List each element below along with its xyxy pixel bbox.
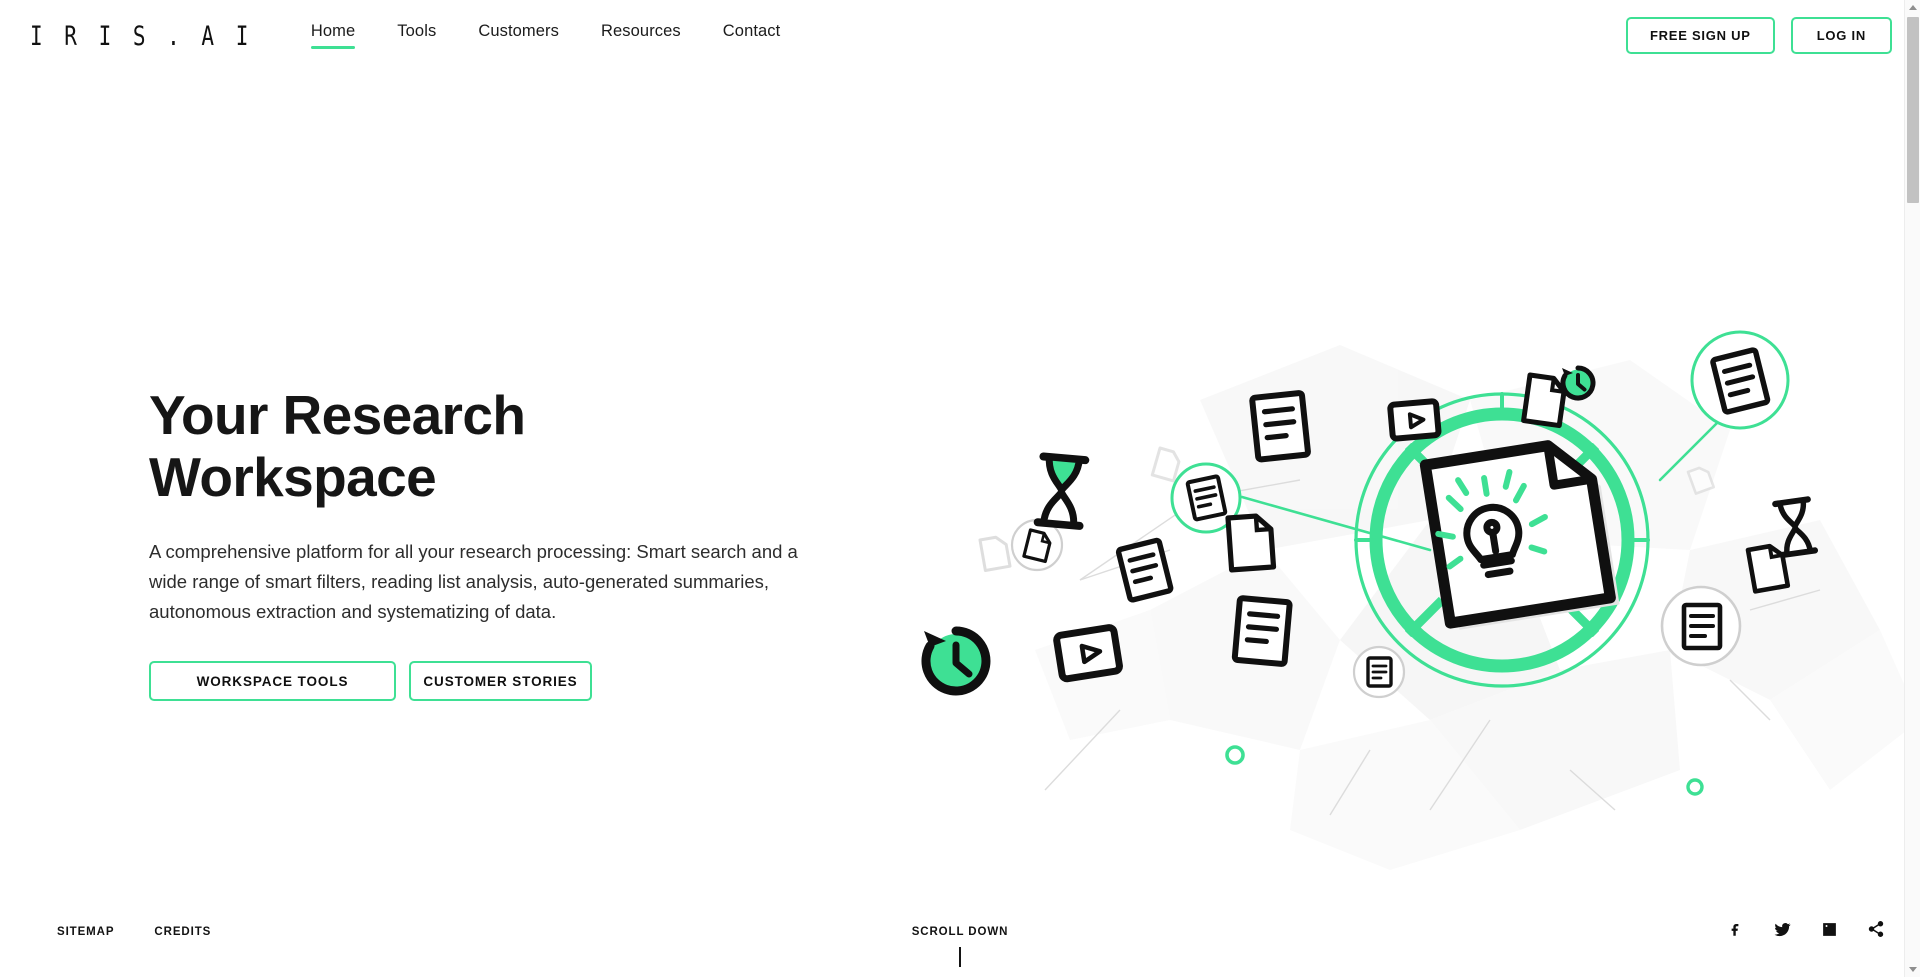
document-blank-icon-a: [1225, 513, 1277, 573]
node-document-midleft: [1010, 518, 1064, 572]
customer-stories-button[interactable]: CUSTOMER STORIES: [409, 661, 592, 702]
document-lines-icon-c: [1231, 595, 1293, 667]
clock-history-icon-large: [921, 626, 991, 696]
document-ghost-icon-a: [978, 535, 1012, 573]
nav-item-home[interactable]: Home: [310, 21, 356, 50]
workspace-tools-button[interactable]: WORKSPACE TOOLS: [149, 661, 396, 702]
nav-label-tools: Tools: [397, 21, 437, 40]
nav-label-customers: Customers: [478, 21, 559, 40]
footer-link-credits[interactable]: CREDITS: [154, 926, 211, 938]
login-button[interactable]: LOG IN: [1790, 17, 1892, 54]
document-lines-icon-b: [1115, 537, 1174, 603]
node-document-bottomcenter: [1352, 645, 1406, 699]
scroll-down-indicator: SCROLL DOWN: [0, 926, 1920, 967]
lightbulb-rays: [1435, 468, 1548, 570]
nav-item-tools[interactable]: Tools: [397, 23, 436, 50]
scrollbar-down-arrow[interactable]: [1905, 962, 1920, 977]
facebook-icon[interactable]: [1725, 919, 1745, 939]
nav-item-resources[interactable]: Resources: [601, 23, 681, 50]
iris-ai-logo: I R I S . A I: [30, 21, 253, 51]
hero-title-line-1: Your Research: [149, 384, 526, 446]
document-ghost-icon-b: [1150, 446, 1181, 483]
scrollbar-thumb[interactable]: [1907, 17, 1919, 203]
document-blank-icon-b: [1521, 372, 1567, 429]
nav-item-contact[interactable]: Contact: [723, 23, 781, 50]
hero-subtitle: A comprehensive platform for all your re…: [149, 541, 798, 623]
connector-lines-gray: [1044, 479, 1821, 816]
site-footer: SITEMAP CREDITS SCROLL DOWN: [0, 899, 1920, 977]
node-document-left: [1170, 462, 1242, 534]
footer-links: SITEMAP CREDITS: [57, 926, 211, 938]
linkedin-icon[interactable]: [1819, 919, 1839, 939]
page-title: Your Research Workspace: [149, 384, 829, 508]
video-play-icon-a: [1387, 398, 1442, 442]
node-document-bottomright: [1660, 585, 1742, 667]
hero-section: Your Research Workspace A comprehensive …: [149, 384, 829, 702]
header-actions: FREE SIGN UP LOG IN: [1625, 17, 1892, 54]
social-links: [1725, 919, 1886, 939]
clock-history-icon-small: [1560, 365, 1596, 401]
video-play-icon-b: [1053, 624, 1123, 683]
hourglass-icon-b: [1772, 496, 1819, 559]
green-dot-ring-a: [1225, 745, 1245, 765]
nav-label-resources: Resources: [601, 21, 681, 40]
document-lines-icon-a: [1249, 390, 1311, 463]
hero-cta-group: WORKSPACE TOOLS CUSTOMER STORIES: [149, 661, 829, 702]
chevron-down-icon: [1908, 967, 1917, 972]
site-header: I R I S . A I Home Tools Customers Resou…: [0, 0, 1920, 72]
hero-illustration: [870, 250, 1920, 890]
green-dial-ring: [1354, 392, 1650, 688]
document-ghost-icon-c: [1686, 466, 1716, 495]
node-document-topright: [1690, 330, 1790, 430]
page-scrollbar[interactable]: [1904, 0, 1920, 977]
hero-title-line-2: Workspace: [149, 445, 437, 508]
main-navigation: Home Tools Customers Resources Contact: [310, 6, 781, 66]
twitter-icon[interactable]: [1772, 919, 1792, 939]
share-icon[interactable]: [1866, 919, 1886, 939]
green-dot-ring-b: [1686, 778, 1704, 796]
scrollbar-up-arrow[interactable]: [1905, 0, 1920, 15]
nav-label-home: Home: [310, 21, 356, 40]
page-root: I R I S . A I Home Tools Customers Resou…: [0, 0, 1920, 977]
connector-lines-green: [1240, 408, 1732, 552]
document-with-lightbulb-icon: [1419, 440, 1620, 630]
nav-item-customers[interactable]: Customers: [478, 23, 559, 50]
document-blank-icon-c: [1745, 543, 1791, 594]
lightbulb-glyph: [1463, 503, 1523, 579]
scroll-down-line: [959, 947, 961, 967]
nav-label-contact: Contact: [722, 21, 781, 40]
chevron-up-icon: [1908, 5, 1917, 10]
footer-link-sitemap[interactable]: SITEMAP: [57, 926, 114, 938]
brand-logo-link[interactable]: I R I S . A I: [30, 16, 253, 56]
free-signup-button[interactable]: FREE SIGN UP: [1625, 17, 1775, 54]
hourglass-icon-a: [1033, 452, 1090, 530]
backdrop-polygons: [1035, 345, 1920, 870]
scroll-down-label: SCROLL DOWN: [911, 926, 1009, 938]
